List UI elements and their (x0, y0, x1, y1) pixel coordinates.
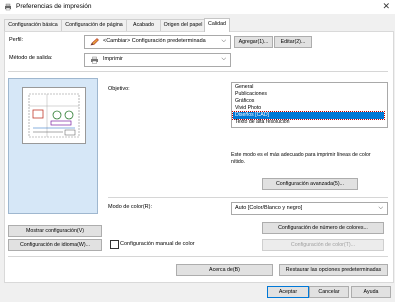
separator (8, 71, 388, 72)
tab-finishing[interactable]: Acabado (126, 19, 161, 31)
pencil-icon (90, 38, 99, 46)
list-item-selected[interactable]: Diseños [CAD] (232, 111, 385, 120)
objective-label: Objetivo: (108, 86, 130, 92)
tab-basic[interactable]: Configuración básica (4, 19, 62, 31)
objective-description: Este modo es el más adecuado para imprim… (231, 152, 371, 165)
cancel-button[interactable]: Cancelar (309, 286, 349, 298)
close-icon[interactable]: ✕ (382, 1, 390, 12)
output-method-value: Imprimir (103, 56, 123, 62)
profile-select[interactable]: <Cambiar> Configuración predeterminada ⌵ (84, 35, 231, 49)
help-button[interactable]: Ayuda (351, 286, 391, 298)
printer-window-icon (5, 3, 11, 11)
output-method-select[interactable]: Imprimir ⌵ (84, 53, 231, 67)
separator (8, 256, 388, 257)
color-mode-label: Modo de color(R): (108, 204, 153, 210)
restore-defaults-button[interactable]: Restaurar las opciones predeterminadas (279, 264, 388, 276)
printer-icon (91, 56, 98, 64)
profile-value: <Cambiar> Configuración predeterminada (103, 38, 206, 44)
color-mode-value: Auto [Color/Blanco y negro] (235, 205, 303, 211)
window-title: Preferencias de impresión (16, 3, 92, 10)
language-settings-button[interactable]: Configuración de idioma(W)... (8, 239, 102, 251)
manual-color-checkbox[interactable] (110, 240, 119, 249)
tab-strip: Configuración básica Configuración de pá… (4, 18, 230, 32)
color-settings-button[interactable]: Configuración de color(T)... (262, 239, 384, 251)
output-method-label: Método de salida: (9, 55, 53, 61)
manual-color-label: Configuración manual de color (120, 241, 195, 247)
color-mode-select[interactable]: Auto [Color/Blanco y negro] ⌵ (231, 202, 388, 215)
ok-button[interactable]: Aceptar (267, 286, 309, 298)
color-count-settings-button[interactable]: Configuración de número de colores... (262, 222, 384, 234)
separator (108, 197, 388, 198)
edit-profile-button[interactable]: Editar(2)... (274, 36, 312, 48)
cad-drawing-preview (28, 93, 80, 138)
list-item[interactable]: Vivid Photo (233, 105, 384, 112)
title-bar: Preferencias de impresión ✕ (0, 0, 395, 14)
chevron-down-icon: ⌵ (221, 38, 226, 44)
chevron-down-icon: ⌵ (378, 205, 383, 211)
chevron-down-icon: ⌵ (221, 56, 226, 62)
list-item[interactable]: Gráficos (233, 98, 384, 105)
profile-label: Perfil: (9, 37, 24, 43)
list-item[interactable]: Texto de alta resolución (233, 119, 384, 126)
list-item[interactable]: Publicaciones (233, 91, 384, 98)
objective-list[interactable]: General Publicaciones Gráficos Vivid Pho… (231, 82, 388, 128)
advanced-settings-button[interactable]: Configuración avanzada(5)... (262, 178, 358, 190)
tab-page[interactable]: Configuración de página (61, 19, 127, 31)
tab-quality[interactable]: Calidad (204, 18, 230, 32)
list-item[interactable]: General (233, 84, 384, 91)
preview-document (22, 87, 86, 144)
show-configuration-button[interactable]: Mostrar configuración(V) (8, 225, 102, 237)
add-profile-button[interactable]: Agregar(1)... (234, 36, 273, 48)
tab-paper-source[interactable]: Origen del papel (160, 19, 206, 31)
about-button[interactable]: Acerca de(B) (176, 264, 273, 276)
